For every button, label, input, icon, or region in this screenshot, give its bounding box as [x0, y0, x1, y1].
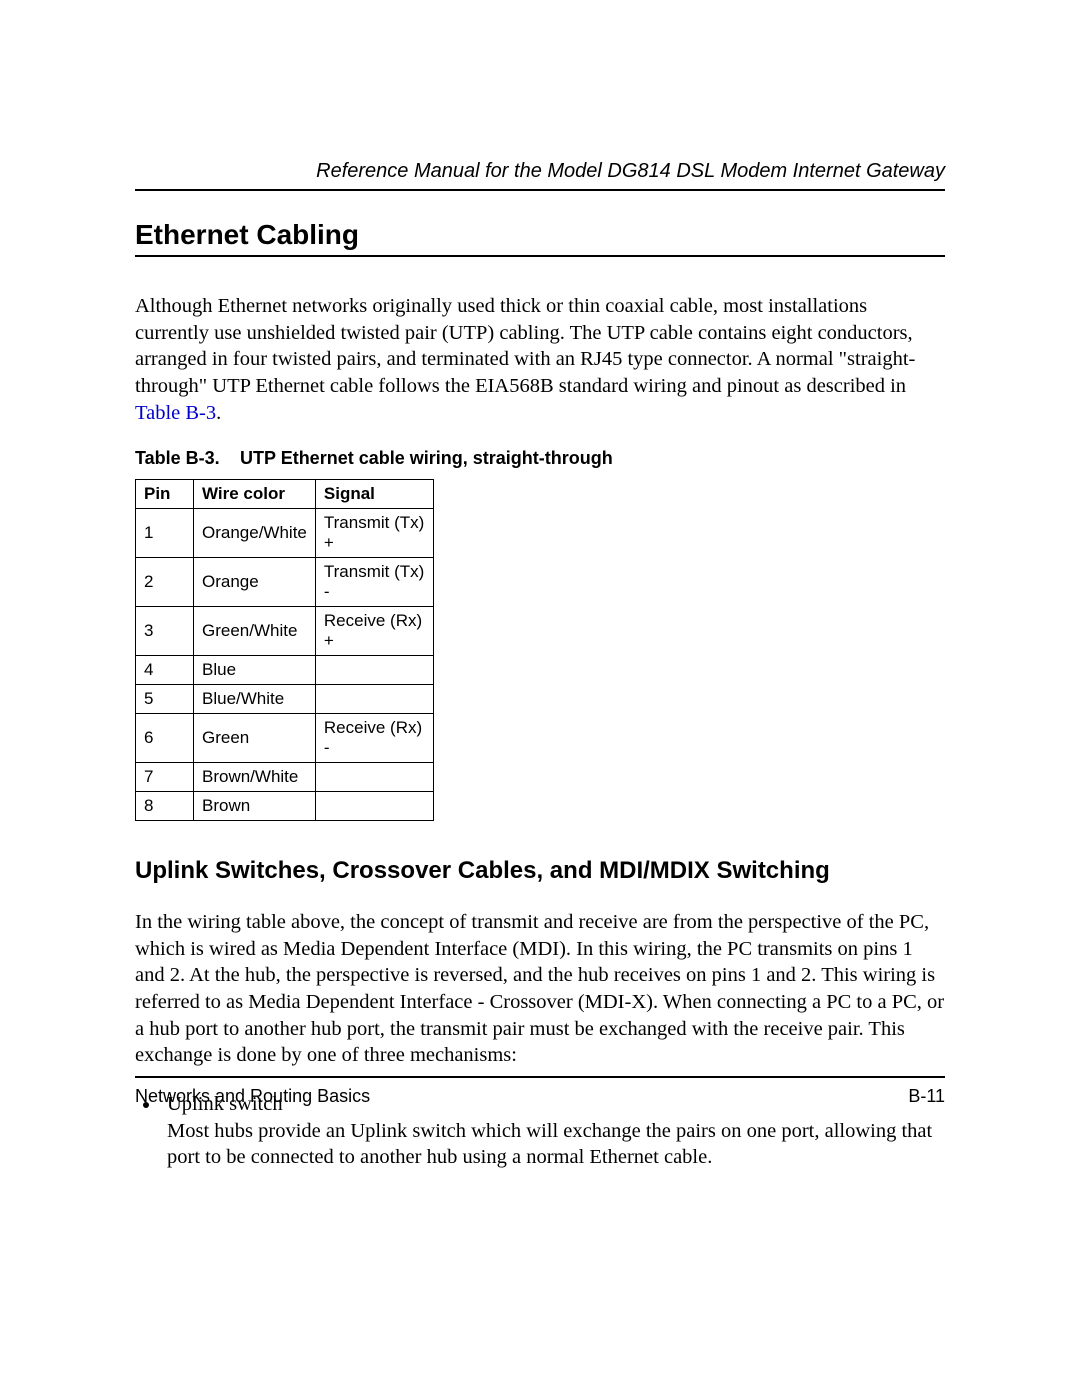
table-caption: Table B-3. UTP Ethernet cable wiring, st… [135, 448, 945, 469]
cell-color: Green [194, 714, 316, 763]
footer-left: Networks and Routing Basics [135, 1086, 370, 1107]
cell-signal: Transmit (Tx) - [315, 558, 433, 607]
col-header-pin: Pin [136, 480, 194, 509]
bullet-body: Most hubs provide an Uplink switch which… [167, 1118, 945, 1171]
cell-pin: 3 [136, 607, 194, 656]
cell-pin: 8 [136, 792, 194, 821]
cell-signal [315, 685, 433, 714]
cell-pin: 5 [136, 685, 194, 714]
table-header-row: Pin Wire color Signal [136, 480, 434, 509]
cell-pin: 4 [136, 656, 194, 685]
page-footer: Networks and Routing Basics B-11 [135, 1076, 945, 1107]
cell-pin: 7 [136, 763, 194, 792]
cell-signal [315, 792, 433, 821]
cell-signal [315, 656, 433, 685]
intro-text-after: . [216, 402, 221, 424]
cell-color: Green/White [194, 607, 316, 656]
section-heading: Ethernet Cabling [135, 219, 945, 251]
footer-right: B-11 [908, 1086, 945, 1107]
cell-signal: Receive (Rx) - [315, 714, 433, 763]
cell-signal: Receive (Rx) + [315, 607, 433, 656]
col-header-wire-color: Wire color [194, 480, 316, 509]
table-row: 2 Orange Transmit (Tx) - [136, 558, 434, 607]
cell-color: Orange/White [194, 509, 316, 558]
cell-signal [315, 763, 433, 792]
footer-rule [135, 1076, 945, 1078]
table-row: 3 Green/White Receive (Rx) + [136, 607, 434, 656]
table-caption-title: UTP Ethernet cable wiring, straight-thro… [240, 448, 613, 468]
cell-pin: 2 [136, 558, 194, 607]
cell-color: Brown [194, 792, 316, 821]
col-header-signal: Signal [315, 480, 433, 509]
table-row: 7 Brown/White [136, 763, 434, 792]
subsection-paragraph: In the wiring table above, the concept o… [135, 909, 945, 1069]
subsection-heading: Uplink Switches, Crossover Cables, and M… [135, 857, 945, 885]
table-row: 5 Blue/White [136, 685, 434, 714]
cell-signal: Transmit (Tx) + [315, 509, 433, 558]
table-caption-label: Table B-3. [135, 448, 235, 469]
table-row: 1 Orange/White Transmit (Tx) + [136, 509, 434, 558]
cell-color: Orange [194, 558, 316, 607]
cell-color: Brown/White [194, 763, 316, 792]
intro-paragraph: Although Ethernet networks originally us… [135, 293, 945, 426]
intro-text-before: Although Ethernet networks originally us… [135, 295, 915, 397]
table-row: 6 Green Receive (Rx) - [136, 714, 434, 763]
cell-pin: 1 [136, 509, 194, 558]
table-b3-link[interactable]: Table B-3 [135, 402, 216, 424]
cell-pin: 6 [136, 714, 194, 763]
running-header: Reference Manual for the Model DG814 DSL… [135, 160, 945, 183]
section-rule [135, 255, 945, 257]
cell-color: Blue/White [194, 685, 316, 714]
table-row: 8 Brown [136, 792, 434, 821]
wiring-table: Pin Wire color Signal 1 Orange/White Tra… [135, 479, 434, 821]
cell-color: Blue [194, 656, 316, 685]
table-row: 4 Blue [136, 656, 434, 685]
page: Reference Manual for the Model DG814 DSL… [0, 0, 1080, 1397]
header-rule [135, 189, 945, 191]
